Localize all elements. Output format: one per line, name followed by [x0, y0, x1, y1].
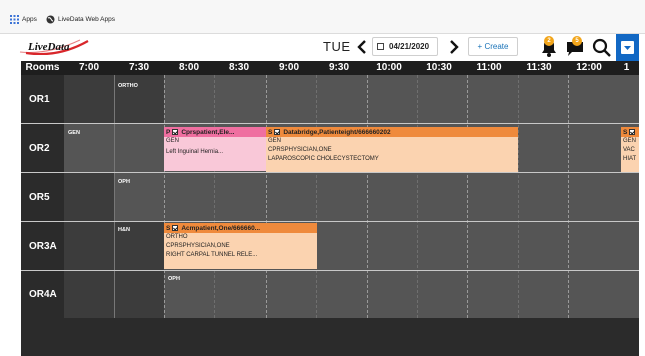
notifications-badge: 2	[544, 36, 554, 46]
chevron-right-icon	[450, 40, 459, 54]
bookmark-apps-label: Apps	[22, 15, 37, 23]
case-status: S	[268, 128, 273, 136]
date-picker[interactable]: 04/21/2020	[372, 37, 438, 56]
time-header: 12:00	[576, 62, 602, 73]
checkbox-icon	[172, 129, 179, 135]
checkbox-icon	[172, 225, 179, 231]
case-card-header: P Cprspatient,Ele...	[164, 127, 266, 137]
case-card[interactable]: S GEN VAC HIAT	[621, 127, 639, 172]
case-status: P	[166, 128, 171, 136]
room-label-or4a[interactable]: OR4A	[21, 271, 64, 318]
service-block-label: GEN	[68, 130, 80, 136]
checkbox-icon	[629, 129, 636, 135]
previous-day-button[interactable]	[354, 38, 370, 56]
case-line: LAPAROSCOPIC CHOLECYSTECTOMY	[268, 156, 379, 162]
case-card[interactable]: P Cprspatient,Ele... GEN Left Inguinal H…	[164, 127, 266, 171]
service-block-label: H&N	[118, 227, 130, 233]
rooms-header: Rooms	[25, 62, 60, 73]
case-line: CPRSPHYSICIAN,ONE	[268, 147, 332, 153]
room-lane-or5[interactable]	[64, 173, 639, 221]
current-day: TUE	[323, 39, 351, 54]
grid-line	[518, 75, 520, 318]
case-card[interactable]: S Acmpatient,One/666660... ORTHO CPRSPHY…	[164, 223, 317, 269]
create-button[interactable]: + Create	[468, 37, 518, 56]
case-patient: Cprspatient,Ele...	[181, 128, 235, 136]
case-line: ORTHO	[166, 234, 188, 240]
case-card[interactable]: S Databridge,Patienteight/666660202 GEN …	[266, 127, 518, 172]
grid-line	[266, 75, 268, 318]
room-label-or1[interactable]: OR1	[21, 75, 64, 123]
globe-icon	[46, 15, 55, 23]
svg-text:LiveData: LiveData	[27, 41, 70, 53]
date-value: 04/21/2020	[389, 42, 430, 51]
schedule-header: Rooms 7:00 7:30 8:00 8:30 9:00 9:30 10:0…	[21, 61, 639, 75]
time-header: 9:00	[278, 62, 299, 73]
service-block-label: OPH	[168, 276, 180, 282]
time-header: 7:00	[78, 62, 99, 73]
case-card-header: S Acmpatient,One/666660...	[164, 223, 317, 233]
time-header: 10:30	[426, 62, 452, 73]
next-day-button[interactable]	[446, 38, 462, 56]
room-label-or3a[interactable]: OR3A	[21, 222, 64, 270]
case-line: HIAT	[623, 156, 637, 162]
grid-line	[164, 75, 166, 318]
case-line: GEN	[268, 138, 282, 144]
time-header: 8:30	[228, 62, 249, 73]
time-header: 1	[623, 62, 630, 73]
time-header: 10:00	[376, 62, 402, 73]
time-header: 7:30	[128, 62, 149, 73]
menu-dropdown-button[interactable]	[616, 34, 639, 61]
time-header: 8:00	[178, 62, 199, 73]
grid-line	[568, 75, 570, 318]
row-divider	[21, 123, 639, 124]
unblocked-cell	[64, 173, 114, 221]
case-line: GEN	[166, 138, 180, 144]
grid-line	[367, 75, 369, 318]
row-divider	[21, 270, 639, 271]
case-line: GEN	[623, 138, 637, 144]
time-header: 9:30	[328, 62, 349, 73]
livedata-logo: LiveData	[19, 39, 89, 55]
case-patient: Acmpatient,One/666660...	[181, 224, 261, 232]
room-label-or5[interactable]: OR5	[21, 173, 64, 221]
case-line: CPRSPHYSICIAN,ONE	[166, 243, 230, 249]
caret-down-icon	[621, 41, 634, 54]
row-divider	[21, 172, 639, 173]
case-status: S	[623, 128, 628, 136]
search-button[interactable]	[591, 36, 613, 58]
case-card-header: S	[621, 127, 639, 137]
grid-line	[114, 75, 115, 318]
checkbox-icon	[274, 129, 281, 135]
service-block-label: ORTHO	[118, 83, 138, 89]
chevron-left-icon	[357, 40, 366, 54]
bookmark-livedata-label: LiveData Web Apps	[58, 15, 115, 23]
case-status: S	[166, 224, 171, 232]
case-line: VAC	[623, 147, 635, 153]
case-card-header: S Databridge,Patienteight/666660202	[266, 127, 518, 137]
grid-line	[417, 75, 419, 318]
schedule-empty-area	[21, 318, 639, 356]
service-block-label: OPH	[118, 179, 130, 185]
bookmark-livedata[interactable]: LiveData Web Apps	[46, 13, 115, 25]
case-line: RIGHT CARPAL TUNNEL RELE...	[166, 252, 258, 258]
grid-line	[467, 75, 469, 318]
calendar-icon	[377, 43, 384, 50]
grid-line	[316, 75, 318, 318]
time-header: 11:30	[526, 62, 552, 73]
case-line: Left Inguinal Hernia...	[166, 149, 224, 155]
case-patient: Databridge,Patienteight/666660202	[283, 128, 391, 136]
apps-grid-icon	[10, 14, 19, 24]
time-header: 11:00	[476, 62, 502, 73]
search-icon	[592, 38, 611, 57]
grid-line	[214, 75, 216, 318]
bookmark-apps[interactable]: Apps	[10, 13, 37, 25]
messages-badge: 5	[572, 36, 582, 46]
room-label-or2[interactable]: OR2	[21, 124, 64, 172]
row-divider	[21, 221, 639, 222]
